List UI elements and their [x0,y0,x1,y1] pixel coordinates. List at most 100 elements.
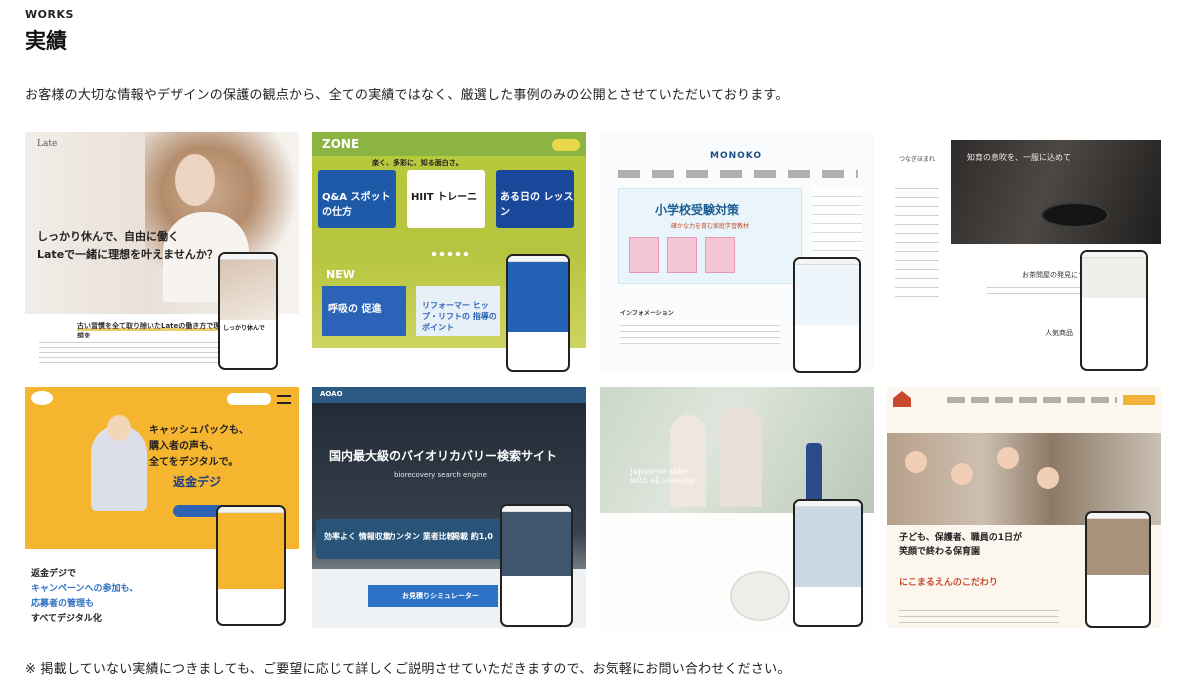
workbook-image [629,237,659,273]
body-text-lines [899,605,1059,623]
section-band: 古い習慣を全て取り除いたLateの働き方で理想を [77,321,227,340]
hero-copy: キャッシュバックも、 購入者の声も、 全てをデジタルで。 [149,423,249,471]
mobile-copy: しっかり休んで [223,325,265,332]
hero-copy: しっかり休んで、自由に働く Lateで一緒に理想を叶えませんか？ [37,228,218,264]
mobile-preview [500,504,573,627]
mobile-photo [508,262,568,332]
intro-text: お客様の大切な情報やデザインの保護の観点から、全ての実績ではなく、厳選した事例の… [25,88,789,103]
video-tile: リフォーマー ヒップ・リフトの 指導のポイント [416,286,500,336]
workbook-image [667,237,697,273]
work-card-late[interactable]: Late しっかり休んで、自由に働く Lateで一緒に理想を叶えませんか？ 古い… [25,132,299,373]
site-logo-icon [31,391,53,405]
work-card-nikomaru[interactable]: 子ども、保護者、職員の1日が 笑顔で終わる保育園 にこまるえんのこだわり [887,387,1161,628]
hero-caption: Japanese sake with all seasons [630,467,695,485]
footnote-text: ※ 掲載していない実績につきましても、ご要望に応じて詳しくご説明させていただきま… [25,662,791,677]
header-cta [227,393,271,405]
tile-title: HIIT トレーニ [411,192,478,203]
mobile-preview [216,505,286,626]
video-tile: Q&A スポットの仕方 [318,170,396,228]
workbook-image [705,237,735,273]
section-heading: お茶問屋の発見につ [1022,271,1085,279]
child-figure [905,451,927,473]
site-nav [618,170,858,178]
feature-copy: 返金デジで キャンペーンへの参加も、 応募者の管理も すべてデジタル化 [31,567,138,627]
feature-label: カンタン 業者比較 [388,532,455,541]
hero-copy: 子ども、保護者、職員の1日が 笑顔で終わる保育園 [899,531,1022,559]
tagline: 楽く、多彩に、知る面白さ。 [372,159,463,167]
work-card-aoao[interactable]: AOAO 国内最大級のバイオリカバリー検索サイト biorecovery sea… [312,387,586,628]
side-menu [895,180,939,300]
tile-title: リフォーマー ヒップ・リフトの 指導のポイント [422,301,497,332]
hero-copy-line: しっかり休んで、自由に働く [37,230,180,243]
mobile-photo [1087,519,1149,575]
mobile-photo [1082,258,1146,298]
hero-copy-line: キャッシュバックも、 [149,425,249,436]
works-grid: Late しっかり休んで、自由に働く Lateで一緒に理想を叶えませんか？ 古い… [25,132,1161,628]
hero-subtitle: 確かな力を育む家庭学習教材 [671,223,750,230]
hero-photo: 知育の息吹を、一服に込めて [951,140,1161,244]
mobile-photo [795,265,859,325]
site-nav [947,397,1117,403]
feature-label: 掲載 約1,0 [452,532,493,541]
tile-title: ある日の レッスン [500,192,574,218]
mobile-photo [218,513,284,589]
feature-strip: 効率よく 情報収集 カンタン 業者比較 掲載 約1,0 [316,519,516,559]
hero-title: 小学校受験対策 [655,203,740,217]
hero-copy-line: 子ども、保護者、職員の1日が [899,533,1022,543]
body-text-lines [987,282,1087,298]
work-logo: MONOKO [710,151,763,161]
section-eyebrow: WORKS [25,8,74,21]
estimate-button: お見積りシミュレーター [368,585,498,607]
hero-caption-line: Japanese sake [630,467,688,476]
popular-heading: 人気商品 [1045,329,1073,337]
mobile-photo [220,260,276,320]
sidebar-menu [812,188,862,268]
feature-line: 応募者の管理も [31,599,95,609]
feature-label: 効率よく 情報収集 [324,532,391,541]
mobile-photo [502,512,571,576]
section-heading: にこまるえんのこだわり [899,578,998,588]
hero-caption-line: with all seasons [630,476,695,485]
dish-photo [730,571,790,621]
body-text-lines [39,338,219,366]
child-figure [1037,467,1059,489]
work-logo: ZONE [322,137,360,151]
site-header [312,387,586,403]
news-list [620,320,780,344]
mobile-preview [506,254,570,372]
person-figure [720,407,762,507]
tile-title: Q&A スポットの仕方 [322,192,391,218]
illustration-person [91,415,147,511]
feature-line: 返金デジで [31,569,77,579]
feature-line: キャンペーンへの参加も、 [31,584,139,594]
new-label: NEW [326,268,355,281]
child-figure [951,463,973,485]
work-logo: AOAO [320,390,343,398]
work-card-henkin-deji[interactable]: キャッシュバックも、 購入者の声も、 全てをデジタルで。 返金デジ 返金デジで … [25,387,299,628]
header-cta [1123,395,1155,405]
hero-copy-line: 購入者の声も、 [149,441,219,452]
work-logo: 返金デジ [173,475,222,489]
section-title: 実績 [25,29,67,53]
work-card-sake[interactable]: Japanese sake with all seasons [600,387,874,628]
work-card-zone[interactable]: ZONE 楽く、多彩に、知る面白さ。 Q&A スポットの仕方 HIIT トレーニ… [312,132,586,373]
mobile-photo [795,507,861,587]
feature-line: すべてデジタル化 [31,614,102,624]
hamburger-icon [277,395,291,404]
work-logo: つなぎほまれ [899,156,936,163]
mobile-preview [793,499,863,627]
hero-copy-line: 笑顔で終わる保育園 [899,547,981,557]
info-heading: インフォメーション [620,310,674,317]
hero-subtitle: biorecovery search engine [394,471,487,479]
button-label: お見積りシミュレーター [402,592,479,600]
hero-caption: 知育の息吹を、一服に込めて [967,153,1071,162]
carousel-dots [430,251,470,257]
child-figure [997,447,1019,469]
work-card-tea[interactable]: つなぎほまれ 知育の息吹を、一服に込めて お茶問屋の発見につ 人気商品 [887,132,1161,373]
mobile-preview [1080,250,1148,371]
hero-copy-line: 全てをデジタルで。 [149,457,239,468]
work-card-monoko[interactable]: MONOKO 小学校受験対策 確かな力を育む家庭学習教材 インフォメーション [600,132,874,373]
tile-title: 呼吸の 促進 [328,304,382,315]
house-logo-icon [893,391,911,407]
mobile-preview [793,257,861,373]
